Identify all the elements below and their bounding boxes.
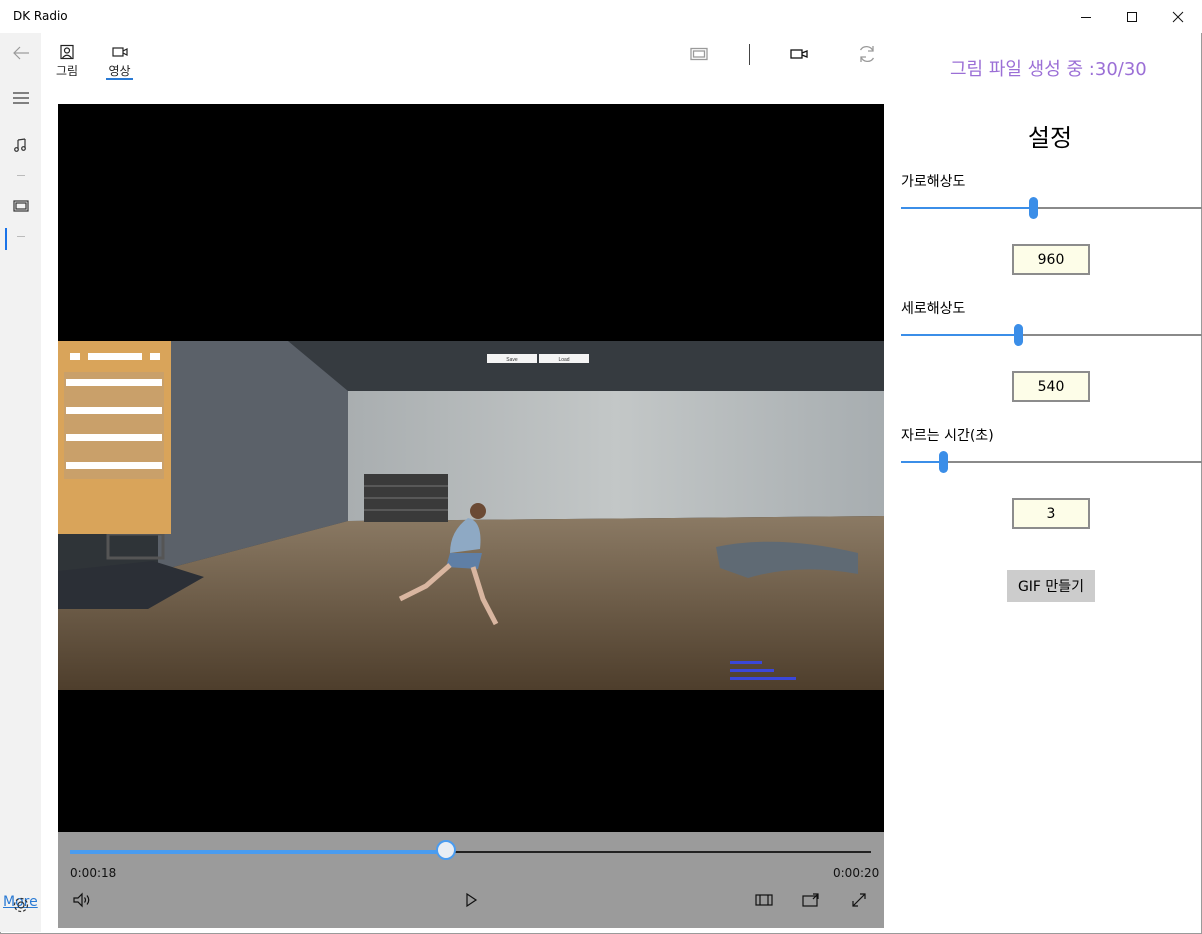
- cut-time-value-box[interactable]: 3: [1012, 498, 1090, 529]
- maximize-icon: [1127, 11, 1137, 22]
- tab-picture-label: 그림: [55, 64, 79, 78]
- nav-rail: More: [0, 33, 41, 932]
- volume-button[interactable]: [69, 889, 95, 911]
- title-bar: DK Radio: [0, 0, 1202, 33]
- slideshow-icon: [690, 47, 708, 61]
- height-slider-fill: [901, 334, 1019, 336]
- cast-icon: [802, 893, 819, 907]
- media-controls: 0:00:18 0:00:20: [58, 832, 884, 928]
- play-icon: [466, 892, 478, 908]
- total-time: 0:00:20: [833, 866, 880, 880]
- gear-icon: [13, 897, 28, 913]
- height-label: 세로해상도: [901, 301, 966, 317]
- record-button[interactable]: [784, 44, 814, 64]
- hamburger-icon: [12, 92, 29, 104]
- scene-load-label: Load: [558, 357, 569, 363]
- settings-title: 설정: [1027, 124, 1073, 152]
- maximize-button[interactable]: [1109, 0, 1155, 33]
- current-time: 0:00:18: [70, 866, 117, 880]
- make-gif-button[interactable]: GIF 만들기: [1007, 570, 1095, 602]
- nav-separator: [17, 236, 25, 237]
- music-note-icon: [13, 138, 26, 152]
- width-slider-fill: [901, 207, 1034, 209]
- height-value-box[interactable]: 540: [1012, 371, 1090, 402]
- cast-button[interactable]: [798, 889, 824, 911]
- status-text: 그림 파일 생성 중 :30/30: [950, 59, 1147, 80]
- video-viewport[interactable]: Save Load: [58, 104, 884, 832]
- seek-progress: [70, 850, 447, 854]
- tab-picture[interactable]: 그림: [55, 44, 79, 79]
- menu-button[interactable]: [0, 88, 41, 108]
- cut-time-label: 자르는 시간(초): [901, 428, 994, 444]
- portrait-icon: [60, 44, 74, 60]
- nav-item-music[interactable]: [0, 135, 41, 155]
- app-title: DK Radio: [13, 9, 68, 23]
- cut-time-slider-fill: [901, 461, 944, 463]
- slideshow-icon: [12, 200, 29, 212]
- fullscreen-icon: [852, 893, 866, 907]
- width-slider-thumb[interactable]: [1029, 197, 1039, 219]
- width-value-box[interactable]: 960: [1012, 244, 1090, 275]
- speaker-icon: [73, 892, 90, 908]
- tab-video-label: 영상: [108, 64, 131, 78]
- fullscreen-button[interactable]: [846, 889, 872, 911]
- tab-video[interactable]: 영상: [106, 44, 133, 79]
- close-button[interactable]: [1155, 0, 1201, 33]
- aspect-ratio-button[interactable]: [751, 889, 777, 911]
- toolbar-separator: [749, 44, 750, 65]
- nav-active-indicator: [5, 228, 7, 250]
- height-slider-thumb[interactable]: [1014, 324, 1024, 346]
- video-camera-icon: [111, 47, 128, 57]
- width-label: 가로해상도: [901, 174, 966, 190]
- back-arrow-icon: [12, 46, 29, 60]
- seek-thumb[interactable]: [436, 840, 457, 860]
- nav-separator: [17, 175, 25, 176]
- minimize-icon: [1081, 16, 1091, 18]
- back-button[interactable]: [0, 43, 41, 63]
- scene-save-label: Save: [506, 357, 518, 363]
- video-frame-image: Save Load: [58, 341, 884, 690]
- capture-frame-button[interactable]: [684, 44, 714, 64]
- video-camera-icon: [790, 49, 808, 59]
- aspect-ratio-icon: [755, 894, 773, 906]
- refresh-icon: [859, 45, 875, 63]
- close-icon: [1172, 11, 1184, 22]
- play-button[interactable]: [458, 889, 484, 911]
- refresh-button[interactable]: [852, 44, 882, 64]
- minimize-button[interactable]: [1063, 0, 1109, 33]
- cut-time-slider-thumb[interactable]: [939, 451, 949, 473]
- settings-button[interactable]: [0, 895, 41, 915]
- tab-selected-underline: [106, 78, 133, 80]
- nav-item-gallery[interactable]: [0, 196, 41, 216]
